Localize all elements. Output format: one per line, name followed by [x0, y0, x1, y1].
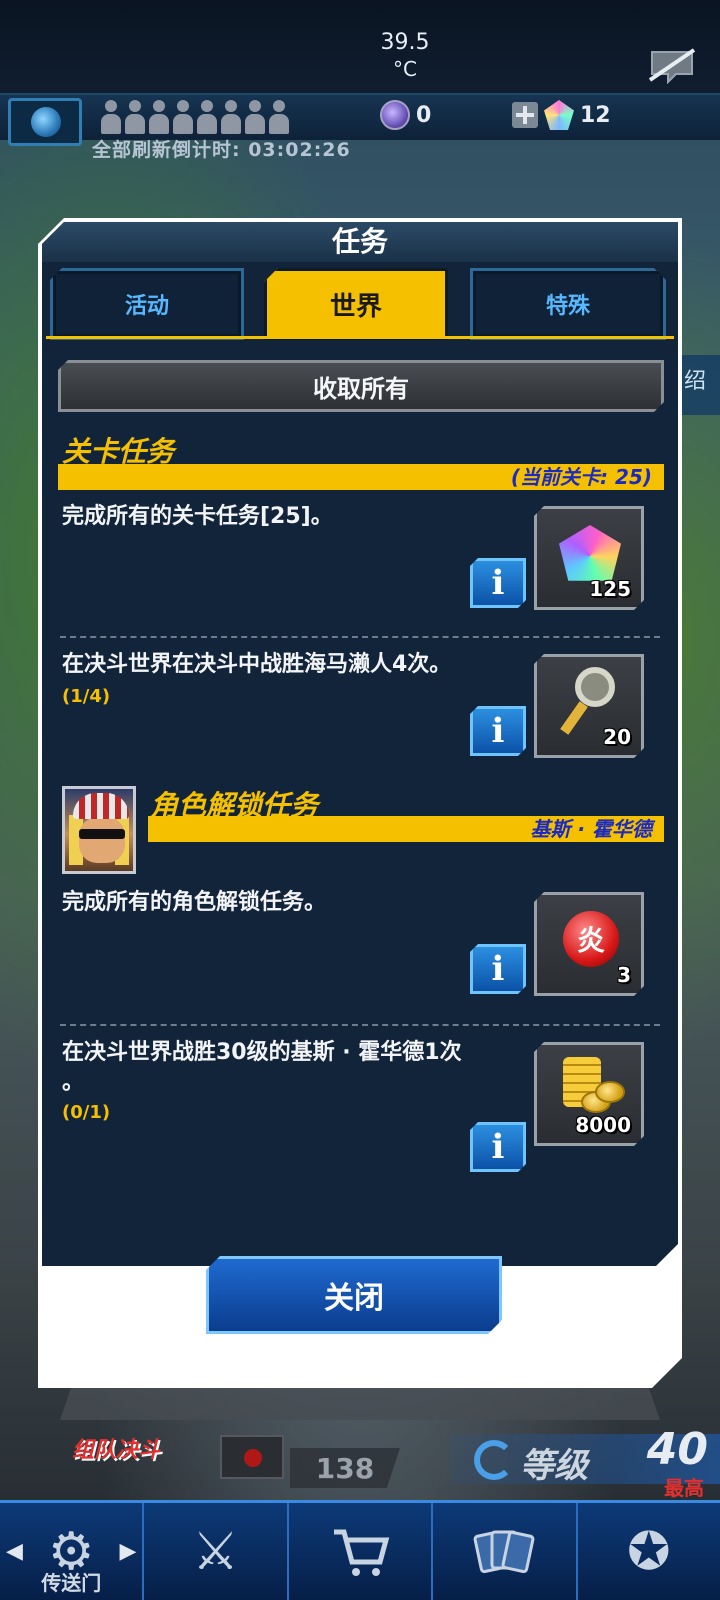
temperature-value: 39.5	[380, 30, 430, 55]
reward-count: 20	[603, 725, 631, 749]
collect-all-button[interactable]: 收取所有	[58, 360, 664, 412]
info-button[interactable]: i	[470, 706, 526, 756]
player-slot-icon	[268, 100, 290, 136]
arrow-left-icon[interactable]: ◀	[6, 1539, 23, 1564]
dialog-title: 任务	[331, 225, 388, 258]
orb-resource: 0	[380, 100, 431, 130]
section-bar-character: 基斯 · 霍华德	[148, 816, 664, 842]
info-button[interactable]: i	[470, 558, 526, 608]
refresh-countdown: 全部刷新倒计时: 03:02:26	[92, 139, 351, 161]
world-globe-button[interactable]	[8, 98, 82, 146]
tab-underline	[46, 336, 674, 339]
nav-portal-label: 传送门	[41, 1571, 102, 1595]
character-portrait	[62, 786, 136, 874]
tab-event-label: 活动	[124, 294, 169, 319]
chat-off-icon[interactable]	[646, 46, 698, 84]
character-name-label: 基斯 · 霍华德	[530, 817, 652, 841]
reward-slot[interactable]: 炎 3	[534, 892, 644, 996]
arrow-right-icon[interactable]: ▶	[119, 1539, 136, 1564]
event-logo[interactable]: 组队决斗	[72, 1432, 172, 1478]
mission-divider	[60, 1024, 660, 1026]
mail-icon[interactable]	[220, 1435, 284, 1479]
deck-count: 138	[290, 1448, 400, 1488]
reward-slot[interactable]: 8000	[534, 1042, 644, 1146]
gold-coins-icon	[557, 1057, 623, 1119]
top-status-bar: 39.5 °C	[0, 0, 720, 95]
gem-icon	[544, 100, 574, 130]
player-slot-icon	[220, 100, 242, 136]
info-button[interactable]: i	[470, 1122, 526, 1172]
flame-orb-icon: 炎	[563, 911, 619, 967]
bottom-nav: ◀ ⚙ ▶ 传送门 ⚔ ✪	[0, 1500, 720, 1600]
temperature-unit: °C	[393, 57, 417, 81]
level-label: 等级	[520, 1446, 588, 1486]
nav-portal[interactable]: ◀ ⚙ ▶ 传送门	[0, 1503, 145, 1600]
reward-count: 125	[589, 577, 631, 601]
gem-count: 12	[580, 102, 611, 128]
side-tab-label[interactable]: 绍	[676, 355, 720, 415]
gem-resource[interactable]: 12	[512, 100, 611, 130]
close-button[interactable]: 关闭	[206, 1256, 502, 1334]
player-slots	[100, 100, 290, 136]
player-slot-icon	[100, 100, 122, 136]
tab-world-label: 世界	[329, 291, 382, 322]
mission-text: 在决斗世界战胜30级的基斯 · 霍华德1次 。	[62, 1040, 462, 1095]
level-display: 等级 40 最高	[450, 1420, 720, 1500]
nav-shop[interactable]	[289, 1503, 434, 1600]
mission-progress: (0/1)	[62, 1102, 111, 1123]
reward-slot[interactable]: 20	[534, 654, 644, 758]
current-stage-label: (当前关卡: 25)	[510, 465, 652, 489]
mission-text: 完成所有的关卡任务[25]。	[62, 504, 333, 529]
duelist-emblem-icon: ✪	[627, 1521, 671, 1582]
tab-special-label: 特殊	[545, 294, 590, 319]
tab-special[interactable]: 特殊	[470, 268, 666, 340]
mission-divider	[60, 636, 660, 638]
nav-deck[interactable]	[433, 1503, 578, 1600]
cards-icon	[473, 1530, 535, 1573]
tab-world[interactable]: 世界	[264, 268, 448, 340]
plus-icon[interactable]	[512, 102, 538, 128]
orb-icon	[380, 100, 410, 130]
player-slot-icon	[148, 100, 170, 136]
temperature-readout: 39.5 °C	[360, 30, 450, 82]
player-slot-icon	[196, 100, 218, 136]
mission-dialog: 任务 活动 世界 特殊 收取所有 关卡任务 (当前关卡: 25) 完成所有的关卡…	[38, 218, 682, 1388]
mission-tabs: 活动 世界 特殊	[46, 268, 674, 340]
info-button[interactable]: i	[470, 944, 526, 994]
player-slot-icon	[124, 100, 146, 136]
section-bar-stage: (当前关卡: 25)	[58, 464, 664, 490]
level-value: 40	[646, 1424, 708, 1475]
level-max-label: 最高	[664, 1476, 704, 1500]
orb-count: 0	[416, 102, 432, 128]
tab-event[interactable]: 活动	[50, 268, 244, 340]
reward-count: 3	[617, 963, 631, 987]
nav-duelist[interactable]: ✪	[578, 1503, 720, 1600]
mission-progress: (1/4)	[62, 686, 111, 707]
player-slot-icon	[244, 100, 266, 136]
mission-text: 在决斗世界在决斗中战胜海马濑人4次。	[62, 652, 452, 677]
reward-slot[interactable]: 125	[534, 506, 644, 610]
refresh-icon	[474, 1440, 514, 1480]
shop-cart-icon	[334, 1529, 390, 1576]
mission-text: 完成所有的角色解锁任务。	[62, 890, 327, 915]
nav-duel[interactable]: ⚔	[144, 1503, 289, 1600]
crossed-swords-icon: ⚔	[192, 1521, 239, 1582]
player-slot-icon	[172, 100, 194, 136]
reward-count: 8000	[575, 1113, 631, 1137]
